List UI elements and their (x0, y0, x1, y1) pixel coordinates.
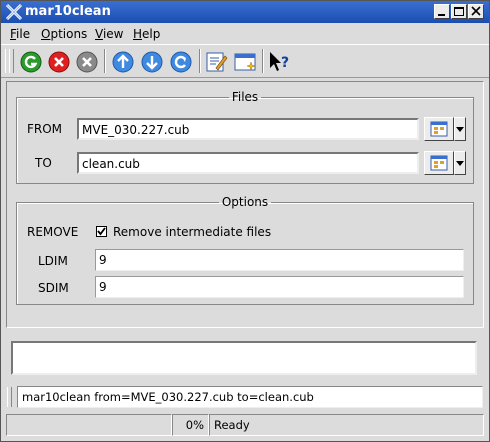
title-bar[interactable]: mar10clean (1, 1, 489, 23)
ldim-field[interactable]: 9 (95, 249, 464, 271)
edit-icon[interactable] (204, 50, 228, 74)
toolbar-separator (104, 49, 106, 73)
command-line-grip[interactable] (7, 387, 12, 407)
toolbar-separator (199, 49, 201, 73)
toolbar-separator (262, 49, 264, 73)
remove-checkbox[interactable] (96, 226, 107, 237)
refresh-icon[interactable] (169, 50, 193, 74)
svg-text:?: ? (281, 55, 289, 71)
minimize-icon (438, 14, 445, 16)
ldim-label: LDIM (38, 254, 68, 268)
file-browse-icon (430, 121, 448, 137)
to-browse-main[interactable] (424, 151, 454, 175)
parameters-panel: Files FROM MVE_030.227.cub TO clean.cub … (6, 81, 484, 328)
status-spacer (6, 414, 172, 436)
sdim-field[interactable]: 9 (95, 276, 464, 298)
close-button[interactable] (468, 4, 484, 19)
maximize-icon (454, 7, 464, 16)
menu-file[interactable]: File (10, 27, 30, 41)
reset-icon[interactable] (75, 50, 99, 74)
checkmark-icon (97, 227, 106, 236)
app-window: mar10clean File Options View Help ? File… (0, 0, 490, 442)
file-browse-icon (430, 155, 448, 171)
from-browse-button[interactable] (424, 117, 468, 141)
stop-icon[interactable] (47, 50, 71, 74)
menu-view[interactable]: View (95, 27, 123, 41)
files-legend: Files (231, 90, 259, 104)
command-line[interactable]: mar10clean from=MVE_030.227.cub to=clean… (17, 386, 483, 408)
status-text: Ready (209, 414, 484, 436)
chevron-down-icon (456, 127, 464, 132)
from-label: FROM (27, 122, 63, 136)
minimize-button[interactable] (434, 4, 450, 19)
maximize-button[interactable] (451, 4, 467, 19)
toolbar: ? (1, 44, 489, 78)
options-legend: Options (221, 195, 269, 209)
from-field[interactable]: MVE_030.227.cub (77, 118, 419, 140)
remove-label: REMOVE (27, 225, 79, 239)
down-arrow-icon[interactable] (140, 50, 164, 74)
close-icon (471, 6, 481, 16)
menu-bar: File Options View Help (1, 23, 489, 43)
sdim-label: SDIM (38, 281, 69, 295)
to-browse-button[interactable] (424, 151, 468, 175)
run-icon[interactable] (19, 50, 43, 74)
to-field[interactable]: clean.cub (77, 152, 419, 174)
from-browse-dropdown[interactable] (454, 117, 466, 141)
to-label: TO (35, 156, 52, 170)
app-icon (5, 3, 23, 21)
whats-this-icon[interactable]: ? (267, 50, 291, 74)
window-icon[interactable] (233, 50, 257, 74)
from-browse-main[interactable] (424, 117, 454, 141)
menu-help[interactable]: Help (133, 27, 160, 41)
remove-checkbox-label[interactable]: Remove intermediate files (113, 225, 271, 239)
menu-options[interactable]: Options (41, 27, 87, 41)
chevron-down-icon (456, 161, 464, 166)
progress-percent: 0% (172, 414, 209, 436)
window-title: mar10clean (25, 4, 111, 19)
to-browse-dropdown[interactable] (454, 151, 466, 175)
toolbar-grip[interactable] (9, 49, 14, 73)
up-arrow-icon[interactable] (111, 50, 135, 74)
message-area[interactable] (11, 341, 477, 375)
